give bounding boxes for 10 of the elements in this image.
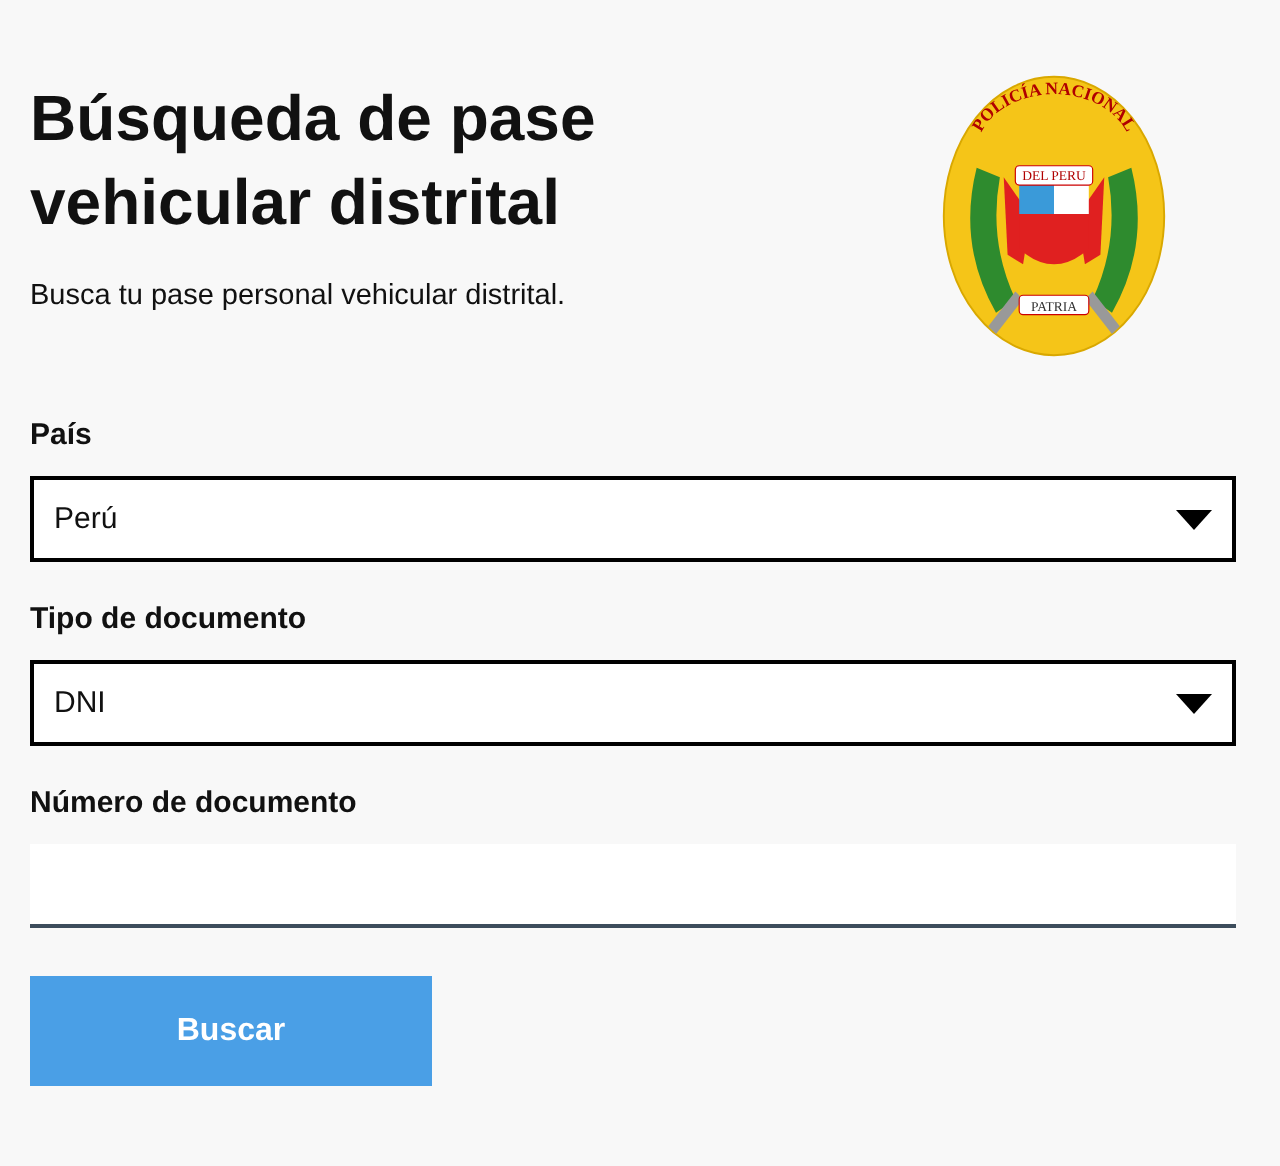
- page-title: Búsqueda de pase vehicular distrital: [30, 80, 598, 242]
- page-subtitle: Busca tu pase personal vehicular distrital.: [30, 280, 568, 312]
- caret-icon: [1176, 693, 1212, 713]
- input-field[interactable]: [30, 844, 1236, 928]
- caret-icon: [1176, 509, 1212, 529]
- dropdown[interactable]: DNI: [30, 660, 1236, 746]
- field-label: Tipo de documento: [30, 602, 309, 636]
- field-label: Número de documento: [30, 786, 359, 820]
- field-label: País: [30, 418, 94, 452]
- dropdown[interactable]: Perú: [30, 476, 1236, 562]
